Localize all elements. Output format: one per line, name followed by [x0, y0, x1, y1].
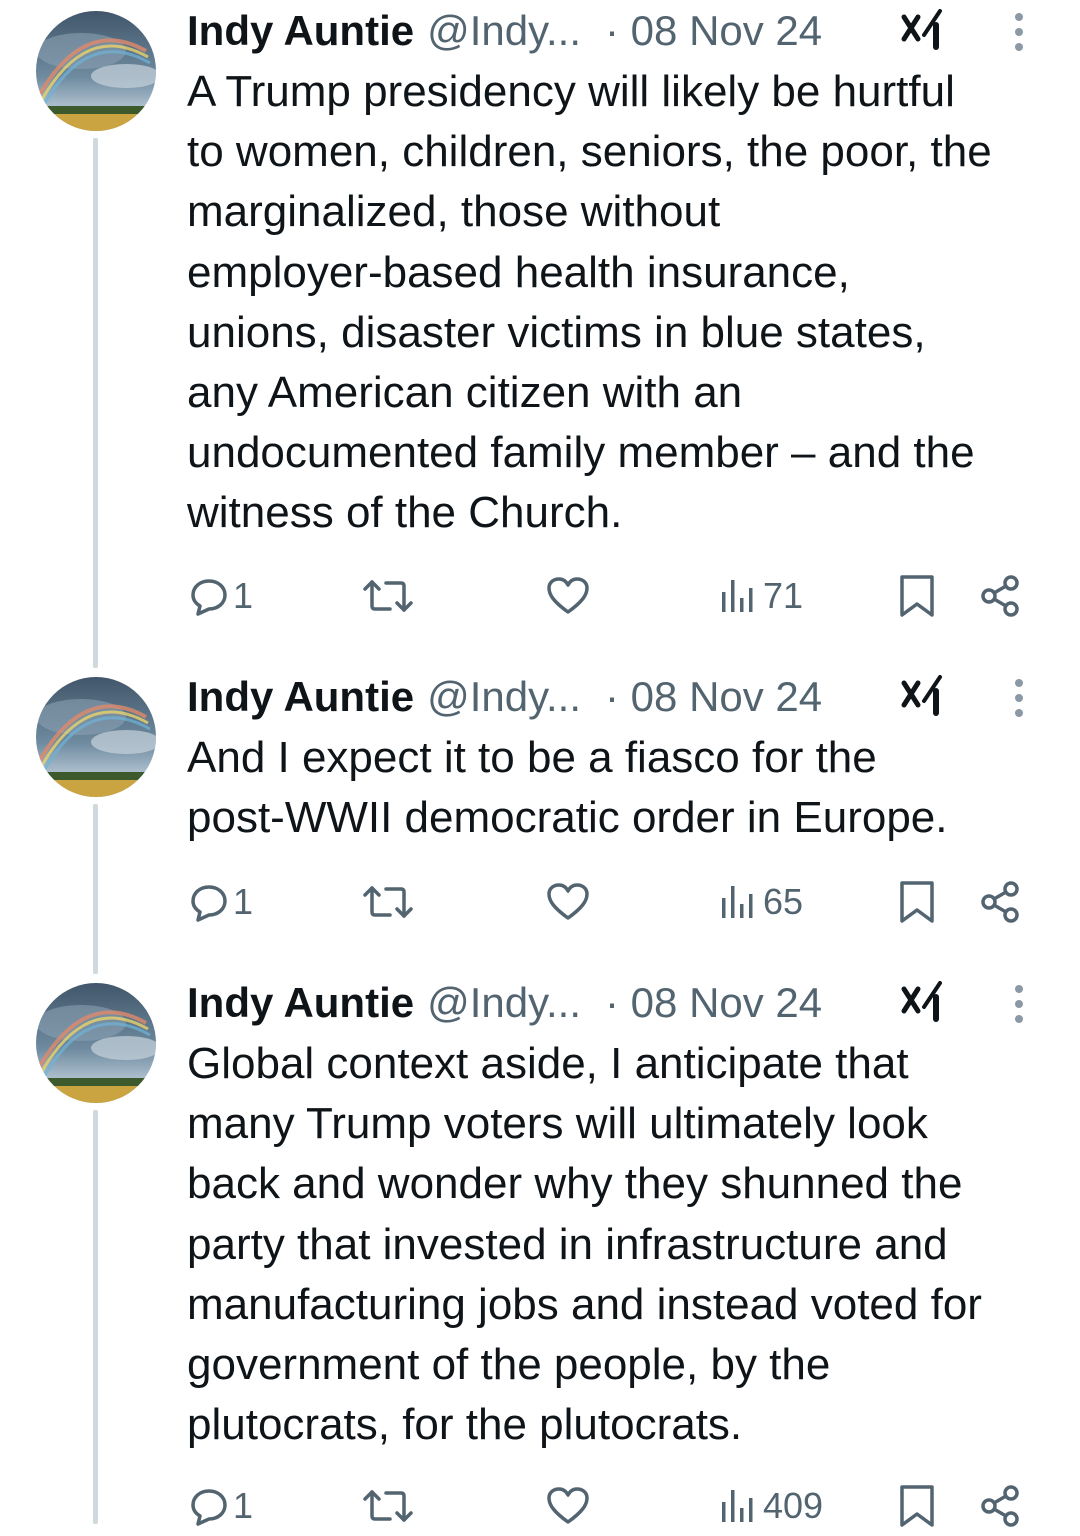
author-handle[interactable]: @Indy...: [427, 1, 581, 61]
reply-count: 1: [233, 881, 254, 922]
author-name[interactable]: Indy Auntie: [187, 973, 414, 1033]
views-icon: [722, 580, 753, 612]
tweet-text: And I expect it to be a fiasco for the p…: [187, 733, 948, 843]
reply-button[interactable]: 1: [189, 872, 253, 932]
repost-button[interactable]: [362, 566, 414, 626]
tweet-date[interactable]: · 08 Nov 24: [605, 1, 822, 61]
tweet-text: Global context aside, I anticipate that …: [187, 1039, 982, 1450]
reply-icon: [191, 579, 227, 616]
share-icon: [981, 575, 1019, 617]
bookmark-icon: [900, 881, 934, 923]
reply-button[interactable]: 1: [189, 566, 253, 626]
bookmark-button[interactable]: [898, 872, 936, 932]
more-options-icon[interactable]: [1007, 11, 1031, 53]
bookmark-icon: [900, 575, 934, 617]
views-button[interactable]: 71: [719, 566, 803, 626]
views-count: 71: [763, 575, 804, 616]
like-button[interactable]: [546, 566, 590, 626]
more-options-icon[interactable]: [1007, 983, 1031, 1025]
like-button[interactable]: [546, 1476, 590, 1536]
reply-count: 1: [233, 1485, 254, 1526]
repost-icon: [363, 1490, 413, 1522]
tweet-actions: 1 409: [0, 1476, 1080, 1536]
reply-button[interactable]: 1: [189, 1476, 253, 1536]
tweet-date[interactable]: · 08 Nov 24: [605, 973, 822, 1033]
heart-icon: [547, 1487, 589, 1524]
tweet-header: Indy Auntie @Indy... · 08 Nov 24: [187, 973, 1057, 1033]
tweet-header: Indy Auntie @Indy... · 08 Nov 24: [187, 667, 1057, 727]
views-button[interactable]: 65: [719, 872, 803, 932]
author-name[interactable]: Indy Auntie: [187, 1, 414, 61]
tweet-text: A Trump presidency will likely be hurtfu…: [187, 67, 992, 538]
reply-icon: [191, 885, 227, 922]
tweet-actions: 1 65: [0, 872, 1080, 932]
repost-icon: [363, 580, 413, 612]
views-icon: [722, 886, 753, 918]
author-handle[interactable]: @Indy...: [427, 667, 581, 727]
bookmark-button[interactable]: [898, 566, 936, 626]
like-button[interactable]: [546, 872, 590, 932]
heart-icon: [547, 577, 589, 614]
bookmark-icon: [900, 1485, 934, 1527]
share-icon: [981, 881, 1019, 923]
thread-connector-line: [93, 1110, 98, 1524]
avatar[interactable]: [36, 983, 156, 1103]
heart-icon: [547, 883, 589, 920]
repost-button[interactable]: [362, 872, 414, 932]
repost-button[interactable]: [362, 1476, 414, 1536]
reply-count: 1: [233, 575, 254, 616]
repost-icon: [363, 886, 413, 918]
grok-icon[interactable]: [900, 7, 946, 53]
avatar[interactable]: [36, 677, 156, 797]
views-count: 65: [763, 881, 804, 922]
tweet-date[interactable]: · 08 Nov 24: [605, 667, 822, 727]
author-name[interactable]: Indy Auntie: [187, 667, 414, 727]
views-icon: [722, 1490, 753, 1522]
avatar[interactable]: [36, 11, 156, 131]
share-button[interactable]: [978, 872, 1022, 932]
share-button[interactable]: [978, 566, 1022, 626]
tweet-header: Indy Auntie @Indy... · 08 Nov 24: [187, 1, 1057, 61]
grok-icon[interactable]: [900, 979, 946, 1025]
share-button[interactable]: [978, 1476, 1022, 1536]
tweet-actions: 1 71: [0, 566, 1080, 626]
share-icon: [981, 1485, 1019, 1527]
bookmark-button[interactable]: [898, 1476, 936, 1536]
reply-icon: [191, 1489, 227, 1526]
more-options-icon[interactable]: [1007, 677, 1031, 719]
views-count: 409: [763, 1485, 824, 1526]
grok-icon[interactable]: [900, 673, 946, 719]
views-button[interactable]: 409: [719, 1476, 823, 1536]
author-handle[interactable]: @Indy...: [427, 973, 581, 1033]
